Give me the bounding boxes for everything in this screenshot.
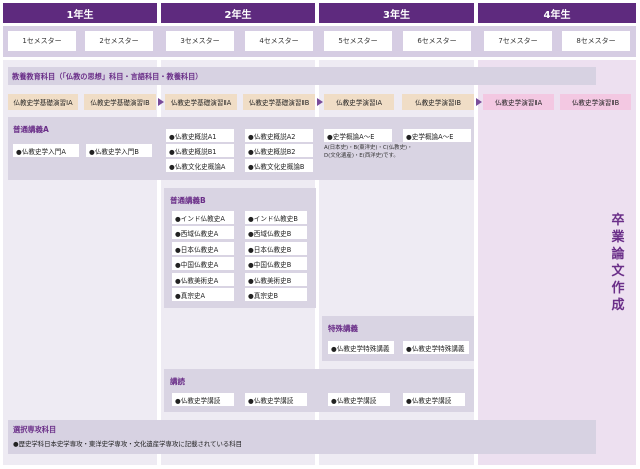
semester-6: 6セメスター (403, 31, 471, 51)
thesis-char: 論 (611, 247, 625, 262)
year-header-2: 2年生 (161, 3, 315, 23)
intro-a-item: ●仏教史学入門A (13, 144, 79, 157)
elective-title: 選択専攻科目 (13, 425, 57, 434)
special-lecture-item: ●仏教史学特殊講義 (403, 341, 469, 354)
semester-2: 2セメスター (85, 31, 153, 51)
reading-title: 講読 (170, 377, 185, 386)
general-b-item-a: ●中国仏教史A (172, 257, 234, 270)
arrow-icon (476, 98, 482, 106)
culture-history-b-item: ●仏教文化史概論B (245, 159, 313, 172)
course-chip-8: 仏教史学演習ⅡB (560, 94, 631, 110)
arrow-icon (158, 98, 164, 106)
semester-4: 4セメスター (245, 31, 313, 51)
semester-5: 5セメスター (324, 31, 392, 51)
thesis-char: 卒 (611, 213, 625, 228)
special-lecture-title: 特殊講義 (328, 324, 358, 333)
general-b-item-b: ●西域仏教史B (245, 226, 307, 239)
general-b-item-b: ●真宗史B (245, 288, 307, 301)
elective-text: ●歴史学科日本史学専攻・東洋史学専攻・文化遺産学専攻に記載されている科目 (13, 440, 243, 448)
course-chip-1: 仏教史学基礎演習ⅠA (8, 94, 78, 110)
semester-8: 8セメスター (562, 31, 630, 51)
course-chip-7: 仏教史学演習ⅡA (483, 94, 554, 110)
thesis-char: 作 (611, 281, 625, 296)
arrow-icon (317, 98, 323, 106)
general-b-item-a: ●インド仏教史A (172, 211, 234, 224)
history-intro-item: ●史学概論A～E (324, 129, 392, 142)
thesis-char: 業 (611, 230, 625, 245)
history-intro-note: A(日本史)・B(東洋史)・C(仏教史)・ (324, 145, 413, 151)
liberal-arts-title: 教養教育科目（「仏教の思想」科目・言語科目・教養科目） (12, 72, 203, 81)
reading-item: ●仏教史学講読 (172, 393, 234, 406)
general-b-item-b: ●インド仏教史B (245, 211, 307, 224)
course-chip-2: 仏教史学基礎演習ⅠB (84, 94, 156, 110)
reading-item: ●仏教史学講読 (403, 393, 465, 406)
special-lecture-item: ●仏教史学特殊講義 (328, 341, 394, 354)
semester-7: 7セメスター (484, 31, 552, 51)
reading-item: ●仏教史学講読 (245, 393, 307, 406)
general-b-item-b: ●日本仏教史B (245, 242, 307, 255)
general-lecture-b-title: 普通講義B (170, 196, 206, 205)
general-b-item-a: ●西域仏教史A (172, 226, 234, 239)
intro-b-item: ●仏教史学入門B (86, 144, 152, 157)
general-b-item-a: ●真宗史A (172, 288, 234, 301)
general-b-item-a: ●仏教美術史A (172, 273, 234, 286)
thesis-char: 文 (611, 264, 625, 279)
course-chip-6: 仏教史学演習ⅠB (402, 94, 474, 110)
general-b-item-a: ●日本仏教史A (172, 242, 234, 255)
outline-a1-item: ●仏教史概説A1 (166, 129, 234, 142)
elective-band (8, 420, 596, 454)
outline-b2-item: ●仏教史概説B2 (245, 144, 313, 157)
thesis-char: 成 (611, 298, 625, 313)
outline-a2-item: ●仏教史概説A2 (245, 129, 313, 142)
reading-item: ●仏教史学講読 (328, 393, 390, 406)
history-intro-item: ●史学概論A～E (403, 129, 471, 142)
general-b-item-b: ●中国仏教史B (245, 257, 307, 270)
history-intro-note: D(文化遺産)・E(西洋史)です。 (324, 153, 399, 159)
general-b-item-b: ●仏教美術史B (245, 273, 307, 286)
year-header-4: 4年生 (478, 3, 636, 23)
course-chip-3: 仏教史学基礎演習ⅡA (165, 94, 237, 110)
year-header-1: 1年生 (3, 3, 157, 23)
graduation-thesis-label: 卒 業 論 文 作 成 (603, 212, 633, 314)
semester-1: 1セメスター (8, 31, 76, 51)
semester-3: 3セメスター (166, 31, 234, 51)
culture-history-a-item: ●仏教文化史概論A (166, 159, 234, 172)
year-header-3: 3年生 (319, 3, 474, 23)
course-chip-5: 仏教史学演習ⅠA (324, 94, 394, 110)
general-lecture-a-title: 普通講義A (13, 125, 49, 134)
course-chip-4: 仏教史学基礎演習ⅡB (243, 94, 315, 110)
outline-b1-item: ●仏教史概説B1 (166, 144, 234, 157)
